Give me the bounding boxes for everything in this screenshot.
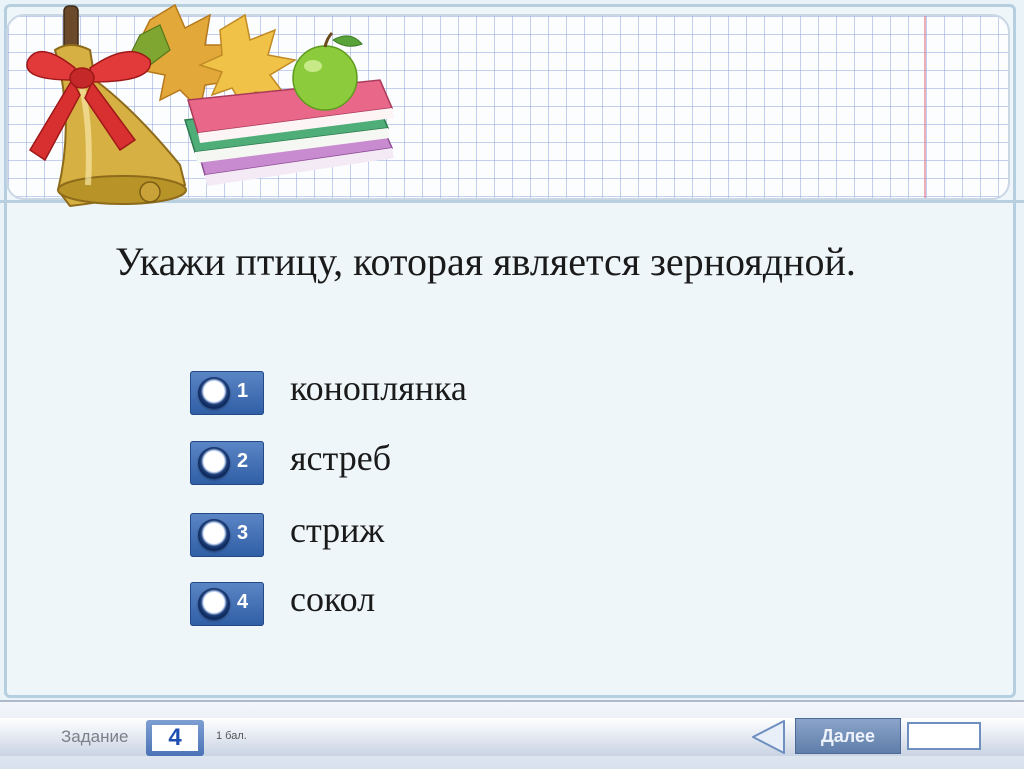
radio-icon[interactable] — [198, 447, 230, 479]
option-label[interactable]: стриж — [290, 509, 384, 551]
task-label: Задание — [61, 727, 129, 746]
answer-field[interactable] — [907, 722, 981, 750]
books-stack-icon — [184, 79, 394, 186]
task-number: 4 — [168, 724, 182, 751]
question-text: Укажи птицу, которая является зерноядной… — [115, 239, 856, 284]
option-2-button[interactable]: 2 — [190, 441, 264, 485]
back-arrow-icon[interactable] — [750, 718, 786, 756]
radio-icon[interactable] — [198, 588, 230, 620]
footer-bar: Задание 4 1 бал. Далее — [0, 700, 1024, 769]
option-3-button[interactable]: 3 — [190, 513, 264, 557]
radio-icon[interactable] — [198, 377, 230, 409]
radio-icon[interactable] — [198, 519, 230, 551]
option-number: 4 — [237, 591, 249, 613]
option-label[interactable]: ястреб — [290, 437, 391, 479]
option-number: 2 — [237, 450, 249, 472]
task-number-box: 4 — [146, 720, 204, 756]
option-4-button[interactable]: 4 — [190, 582, 264, 626]
next-button[interactable]: Далее — [795, 718, 901, 754]
margin-line — [924, 16, 926, 198]
option-1-button[interactable]: 1 — [190, 371, 264, 415]
points-label: 1 бал. — [216, 730, 247, 742]
school-clipart — [26, 3, 394, 208]
option-number: 3 — [237, 522, 249, 544]
slide: Укажи птицу, которая является зерноядной… — [0, 0, 1024, 769]
option-label[interactable]: сокол — [290, 578, 375, 620]
task-number-field: 4 — [152, 725, 198, 751]
option-label[interactable]: коноплянка — [290, 367, 467, 409]
option-number: 1 — [237, 380, 249, 402]
